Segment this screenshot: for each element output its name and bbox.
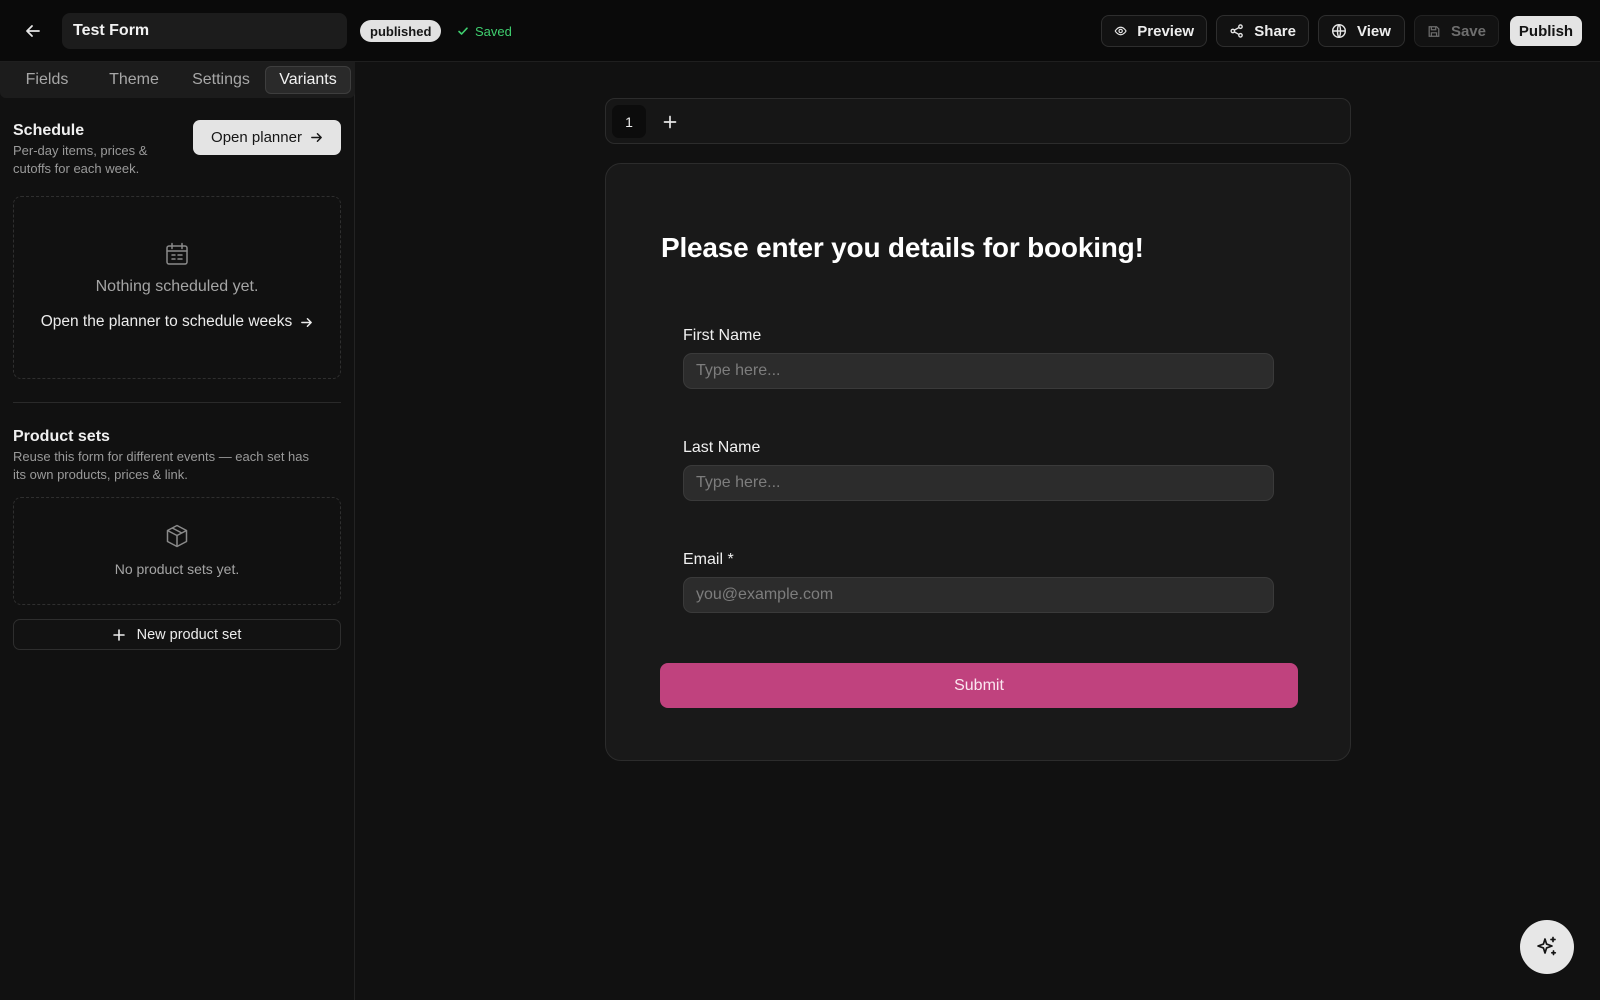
share-button[interactable]: Share: [1216, 15, 1309, 47]
email-label: Email *: [683, 551, 734, 568]
saved-indicator: Saved: [457, 21, 512, 41]
new-product-set-button[interactable]: New product set: [13, 619, 341, 650]
form-title-input[interactable]: Test Form: [62, 13, 347, 49]
status-badge-label: published: [370, 23, 432, 39]
open-planner-link[interactable]: Open the planner to schedule weeks: [14, 313, 340, 331]
open-planner-link-label: Open the planner to schedule weeks: [40, 313, 293, 330]
box-icon: [166, 524, 188, 548]
schedule-description-line: cutoffs for each week.: [13, 160, 140, 176]
tab-label: Variants: [279, 71, 337, 88]
back-button[interactable]: [20, 19, 46, 43]
form-title-text: Test Form: [73, 22, 150, 39]
plus-icon: [663, 115, 677, 129]
schedule-empty-text: Nothing scheduled yet.: [95, 278, 259, 295]
email-input[interactable]: [683, 577, 1274, 613]
tab-settings[interactable]: Settings: [180, 66, 262, 94]
last-name-label: Last Name: [683, 439, 761, 456]
tab-label: Fields: [25, 71, 69, 88]
tab-variants[interactable]: Variants: [265, 66, 351, 94]
tab-label: Settings: [192, 71, 250, 88]
schedule-description: Per-day items, prices & cutoffs for each…: [13, 142, 147, 177]
share-icon: [1230, 24, 1243, 38]
publish-button[interactable]: Publish: [1510, 16, 1582, 46]
preview-label: Preview: [1137, 22, 1194, 40]
sidebar-tabs: Fields Theme Settings Variants: [0, 62, 355, 98]
status-badge: published: [360, 20, 442, 42]
schedule-empty-state: Nothing scheduled yet. Open the planner …: [13, 196, 341, 379]
globe-icon: [1331, 23, 1347, 39]
schedule-description-line: Per-day items, prices &: [13, 143, 148, 158]
saved-label: Saved: [475, 23, 512, 39]
open-planner-label: Open planner: [211, 129, 302, 146]
sparkles-icon: [1537, 936, 1557, 956]
schedule-title: Schedule: [13, 122, 85, 139]
product-sets-title: Product sets: [13, 428, 110, 445]
arrow-left-icon: [26, 25, 40, 37]
product-sets-empty-state: No product sets yet.: [13, 497, 341, 605]
submit-button[interactable]: Submit: [660, 663, 1298, 708]
save-label: Save: [1450, 22, 1486, 40]
tab-label: Theme: [109, 71, 159, 88]
open-planner-button[interactable]: Open planner: [193, 120, 341, 155]
check-icon: [458, 27, 468, 35]
share-label: Share: [1254, 22, 1296, 40]
form-preview-card: Please enter you details for booking! Fi…: [605, 163, 1351, 761]
eye-icon: [1114, 26, 1127, 36]
first-name-input[interactable]: [683, 353, 1274, 389]
section-divider: [13, 402, 341, 403]
top-bar: Test Form published Saved Preview Share …: [0, 0, 1600, 62]
view-label: View: [1357, 22, 1391, 40]
page-tab-label: 1: [625, 113, 633, 130]
product-sets-description: Reuse this form for different events — e…: [13, 448, 309, 483]
product-sets-description-line: Reuse this form for different events — e…: [13, 449, 310, 464]
tab-theme[interactable]: Theme: [94, 66, 174, 94]
product-sets-empty-text: No product sets yet.: [114, 561, 240, 577]
new-product-set-label: New product set: [136, 626, 242, 643]
submit-label: Submit: [954, 676, 1004, 694]
tab-fields[interactable]: Fields: [6, 66, 88, 94]
arrow-right-icon: [311, 133, 322, 142]
last-name-input[interactable]: [683, 465, 1274, 501]
plus-icon: [112, 628, 125, 641]
calendar-icon: [166, 242, 188, 265]
ai-assistant-button[interactable]: [1520, 920, 1574, 974]
floppy-disk-icon: [1428, 25, 1440, 37]
save-button[interactable]: Save: [1414, 15, 1499, 47]
arrow-right-icon: [301, 317, 313, 327]
page-tab-1[interactable]: 1: [612, 105, 646, 138]
form-heading: Please enter you details for booking!: [661, 232, 1144, 263]
page-tabs-bar: 1: [605, 98, 1351, 144]
sidebar: Fields Theme Settings Variants Schedule …: [0, 62, 355, 1000]
publish-label: Publish: [1518, 22, 1574, 40]
view-button[interactable]: View: [1318, 15, 1405, 47]
preview-button[interactable]: Preview: [1101, 15, 1207, 47]
product-sets-description-line: its own products, prices & link.: [13, 466, 188, 482]
first-name-label: First Name: [683, 327, 762, 344]
add-page-button[interactable]: [656, 108, 684, 136]
